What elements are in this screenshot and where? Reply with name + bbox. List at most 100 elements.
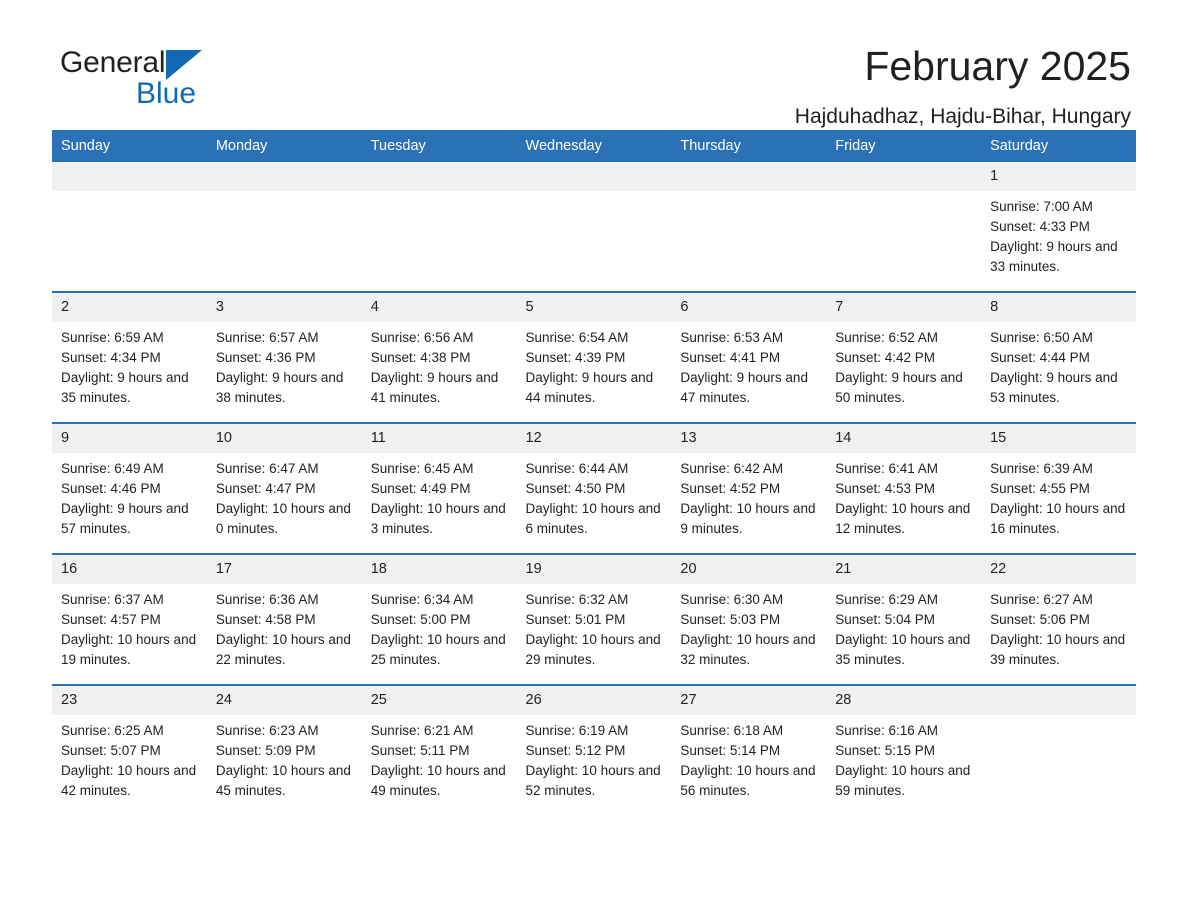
sunrise-text: Sunrise: 6:56 AM (370, 330, 474, 345)
day-number: 2 (52, 293, 207, 322)
calendar-day-cell[interactable] (52, 162, 207, 292)
calendar-day-cell[interactable]: 27 Sunrise: 6:18 AM Sunset: 5:14 PM Dayligh… (671, 684, 827, 815)
calendar-day-cell[interactable]: 10 Sunrise: 6:47 AM Sunset: 4:47 PM Dayligh… (206, 422, 362, 554)
calendar-day-cell[interactable]: 24 Sunrise: 6:23 AM Sunset: 5:09 PM Dayligh… (206, 684, 362, 815)
weekday-header-tuesday: Tuesday (361, 130, 517, 162)
day-details (671, 191, 826, 197)
sunset-text: Sunset: 5:06 PM (990, 612, 1090, 627)
sunrise-text: Sunrise: 7:00 AM (990, 199, 1093, 214)
daylight-text: Daylight: 10 hours and 29 minutes. (525, 632, 661, 667)
day-details: Sunrise: 6:23 AM Sunset: 5:09 PM Daylight:… (207, 715, 362, 801)
calendar-day-cell[interactable]: 16 Sunrise: 6:37 AM Sunset: 4:57 PM Dayligh… (52, 553, 207, 685)
sunrise-text: Sunrise: 6:29 AM (835, 592, 939, 607)
sunrise-text: Sunrise: 6:57 AM (215, 330, 319, 345)
day-number: 9 (52, 424, 207, 453)
calendar-day-cell[interactable]: 7 Sunrise: 6:52 AM Sunset: 4:42 PM Daylight… (826, 291, 982, 423)
calendar-day-cell[interactable]: 4 Sunrise: 6:56 AM Sunset: 4:38 PM Daylight… (361, 291, 517, 423)
sunrise-text: Sunrise: 6:25 AM (61, 723, 164, 738)
calendar-day-cell[interactable] (826, 162, 982, 292)
calendar-day-cell[interactable]: 13 Sunrise: 6:42 AM Sunset: 4:52 PM Dayligh… (671, 422, 827, 554)
day-number: 18 (361, 555, 517, 584)
day-number: 10 (206, 424, 362, 453)
calendar-day-cell[interactable] (671, 162, 827, 292)
day-details: Sunrise: 6:53 AM Sunset: 4:41 PM Daylight:… (671, 322, 826, 408)
calendar-day-cell[interactable]: 18 Sunrise: 6:34 AM Sunset: 5:00 PM Dayligh… (361, 553, 517, 685)
calendar-day-cell[interactable]: 19 Sunrise: 6:32 AM Sunset: 5:01 PM Dayligh… (516, 553, 672, 685)
calendar-day-cell[interactable]: 8 Sunrise: 6:50 AM Sunset: 4:44 PM Daylight… (981, 291, 1136, 423)
calendar-day-cell[interactable]: 15 Sunrise: 6:39 AM Sunset: 4:55 PM Dayligh… (981, 422, 1136, 554)
day-number: 4 (361, 293, 517, 322)
calendar-day-cell[interactable] (361, 162, 517, 292)
calendar-day-cell[interactable] (981, 684, 1136, 815)
calendar-day-cell[interactable]: 25 Sunrise: 6:21 AM Sunset: 5:11 PM Dayligh… (361, 684, 517, 815)
day-details: Sunrise: 6:21 AM Sunset: 5:11 PM Daylight:… (362, 715, 517, 801)
calendar-day-cell[interactable]: 26 Sunrise: 6:19 AM Sunset: 5:12 PM Dayligh… (516, 684, 672, 815)
sunset-text: Sunset: 4:46 PM (61, 481, 161, 496)
triangle-logo-icon (166, 50, 203, 80)
day-details: Sunrise: 6:16 AM Sunset: 5:15 PM Daylight:… (826, 715, 981, 801)
day-number: 25 (361, 686, 517, 715)
day-details: Sunrise: 6:32 AM Sunset: 5:01 PM Daylight:… (517, 584, 672, 670)
calendar-day-cell[interactable] (516, 162, 672, 292)
calendar-day-cell[interactable]: 1 Sunrise: 7:00 AM Sunset: 4:33 PM Daylight… (981, 162, 1136, 292)
sunset-text: Sunset: 5:14 PM (680, 743, 781, 758)
daylight-text: Daylight: 9 hours and 35 minutes. (61, 370, 189, 405)
calendar-day-cell[interactable]: 2 Sunrise: 6:59 AM Sunset: 4:34 PM Daylight… (52, 291, 207, 423)
daylight-text: Daylight: 10 hours and 49 minutes. (370, 763, 506, 798)
sunset-text: Sunset: 4:36 PM (215, 350, 316, 365)
calendar-day-cell[interactable]: 22 Sunrise: 6:27 AM Sunset: 5:06 PM Dayligh… (981, 553, 1136, 685)
day-number: 12 (516, 424, 672, 453)
calendar-day-cell[interactable] (206, 162, 362, 292)
calendar-day-cell[interactable]: 14 Sunrise: 6:41 AM Sunset: 4:53 PM Dayligh… (826, 422, 982, 554)
day-number (981, 686, 1136, 715)
day-number (671, 162, 827, 191)
day-details (517, 191, 672, 197)
calendar-day-cell[interactable]: 17 Sunrise: 6:36 AM Sunset: 4:58 PM Dayligh… (206, 553, 362, 685)
daylight-text: Daylight: 10 hours and 32 minutes. (680, 632, 816, 667)
sunrise-text: Sunrise: 6:27 AM (990, 592, 1093, 607)
day-details: Sunrise: 6:18 AM Sunset: 5:14 PM Daylight:… (671, 715, 826, 801)
day-details: Sunrise: 6:42 AM Sunset: 4:52 PM Daylight:… (671, 453, 826, 539)
calendar-day-cell[interactable]: 9 Sunrise: 6:49 AM Sunset: 4:46 PM Daylight… (52, 422, 207, 554)
day-details: Sunrise: 6:19 AM Sunset: 5:12 PM Daylight:… (517, 715, 672, 801)
sunrise-text: Sunrise: 6:30 AM (680, 592, 784, 607)
calendar-day-cell[interactable]: 11 Sunrise: 6:45 AM Sunset: 4:49 PM Dayligh… (361, 422, 517, 554)
calendar-day-cell[interactable]: 23 Sunrise: 6:25 AM Sunset: 5:07 PM Dayligh… (52, 684, 207, 815)
calendar-day-cell[interactable]: 28 Sunrise: 6:16 AM Sunset: 5:15 PM Dayligh… (826, 684, 982, 815)
day-details (362, 191, 517, 197)
day-details: Sunrise: 6:39 AM Sunset: 4:55 PM Daylight:… (981, 453, 1136, 539)
day-number: 5 (516, 293, 672, 322)
day-number: 1 (981, 162, 1136, 191)
sunrise-text: Sunrise: 6:34 AM (370, 592, 474, 607)
sunset-text: Sunset: 5:09 PM (215, 743, 316, 758)
daylight-text: Daylight: 10 hours and 42 minutes. (61, 763, 197, 798)
sunrise-text: Sunrise: 6:41 AM (835, 461, 939, 476)
calendar-day-cell[interactable]: 3 Sunrise: 6:57 AM Sunset: 4:36 PM Daylight… (206, 291, 362, 423)
day-details: Sunrise: 7:00 AM Sunset: 4:33 PM Daylight:… (981, 191, 1136, 277)
sunrise-text: Sunrise: 6:39 AM (990, 461, 1093, 476)
day-number: 21 (826, 555, 982, 584)
daylight-text: Daylight: 10 hours and 25 minutes. (370, 632, 506, 667)
daylight-text: Daylight: 10 hours and 39 minutes. (990, 632, 1126, 667)
sunset-text: Sunset: 4:57 PM (61, 612, 161, 627)
day-number: 8 (981, 293, 1136, 322)
calendar-day-cell[interactable]: 21 Sunrise: 6:29 AM Sunset: 5:04 PM Dayligh… (826, 553, 982, 685)
daylight-text: Daylight: 10 hours and 19 minutes. (61, 632, 197, 667)
day-number (516, 162, 672, 191)
day-number: 7 (826, 293, 982, 322)
sunrise-text: Sunrise: 6:45 AM (370, 461, 474, 476)
calendar-day-cell[interactable]: 12 Sunrise: 6:44 AM Sunset: 4:50 PM Dayligh… (516, 422, 672, 554)
calendar-day-cell[interactable]: 5 Sunrise: 6:54 AM Sunset: 4:39 PM Daylight… (516, 291, 672, 423)
day-number: 28 (826, 686, 982, 715)
calendar-week-row: 23 Sunrise: 6:25 AM Sunset: 5:07 PM Dayligh… (52, 684, 1136, 815)
day-details: Sunrise: 6:29 AM Sunset: 5:04 PM Daylight:… (826, 584, 981, 670)
sunrise-text: Sunrise: 6:52 AM (835, 330, 939, 345)
sunset-text: Sunset: 5:00 PM (370, 612, 471, 627)
day-number: 6 (671, 293, 827, 322)
day-details: Sunrise: 6:49 AM Sunset: 4:46 PM Daylight:… (52, 453, 207, 539)
calendar-day-cell[interactable]: 6 Sunrise: 6:53 AM Sunset: 4:41 PM Daylight… (671, 291, 827, 423)
daylight-text: Daylight: 9 hours and 47 minutes. (680, 370, 808, 405)
sunset-text: Sunset: 4:42 PM (835, 350, 936, 365)
calendar-day-cell[interactable]: 20 Sunrise: 6:30 AM Sunset: 5:03 PM Dayligh… (671, 553, 827, 685)
calendar-weekday-header: Sunday Monday Tuesday Wednesday Thursday… (52, 130, 1136, 162)
